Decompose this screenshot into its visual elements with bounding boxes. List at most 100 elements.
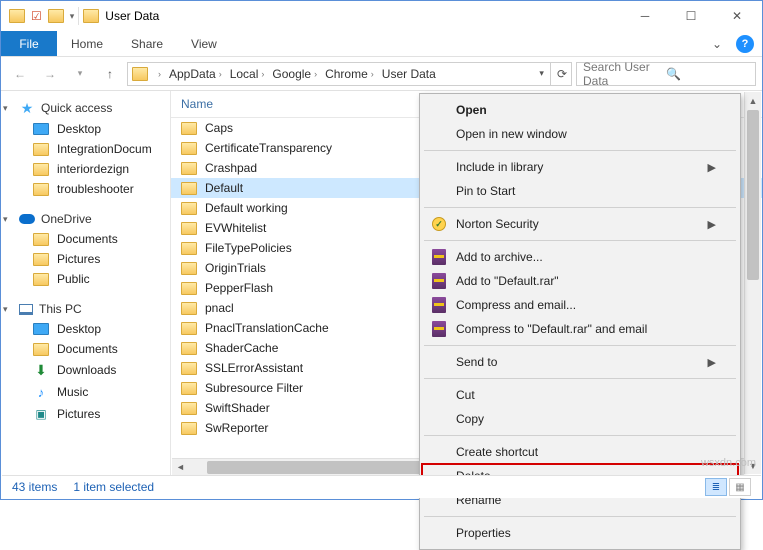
close-button[interactable]: ✕ <box>714 2 760 30</box>
menu-separator <box>424 435 736 436</box>
sidebar-item-pictures[interactable]: Pictures <box>1 249 170 269</box>
menu-open[interactable]: Open <box>422 98 738 122</box>
file-name: pnacl <box>205 301 234 315</box>
folder-icon <box>181 362 197 375</box>
menu-copy[interactable]: Copy <box>422 407 738 431</box>
file-name: Default <box>205 181 243 195</box>
folder-icon <box>33 163 49 176</box>
file-name: SSLErrorAssistant <box>205 361 303 375</box>
crumb-chrome[interactable]: Chrome› <box>322 67 377 81</box>
scroll-up-icon[interactable]: ▲ <box>745 92 761 109</box>
properties-qat-icon[interactable]: ☑ <box>31 9 42 23</box>
folder-icon <box>181 202 197 215</box>
submenu-arrow-icon: ▶ <box>708 161 716 174</box>
file-tab[interactable]: File <box>1 31 57 56</box>
sidebar-item-integration[interactable]: IntegrationDocum <box>1 139 170 159</box>
maximize-button[interactable]: ☐ <box>668 2 714 30</box>
file-name: SwiftShader <box>205 401 270 415</box>
back-button[interactable]: ← <box>7 61 33 87</box>
address-dropdown-icon[interactable]: ▾ <box>539 68 544 79</box>
folder-icon <box>33 183 49 196</box>
ribbon-expand-icon[interactable]: ⌄ <box>704 31 730 56</box>
chevron-down-icon[interactable]: ▾ <box>3 304 13 315</box>
sidebar-item-interior[interactable]: interiordezign <box>1 159 170 179</box>
menu-send-to[interactable]: Send to▶ <box>422 350 738 374</box>
crumb-prefix[interactable]: › <box>152 69 164 79</box>
file-name: FileTypePolicies <box>205 241 292 255</box>
sidebar-item-pc-desktop[interactable]: Desktop <box>1 319 170 339</box>
recent-dropdown-icon[interactable]: ▾ <box>67 61 93 87</box>
crumb-appdata[interactable]: AppData› <box>166 67 225 81</box>
tab-home[interactable]: Home <box>57 31 117 56</box>
file-name: Caps <box>205 121 233 135</box>
sidebar-item-documents[interactable]: Documents <box>1 229 170 249</box>
sidebar-item-troubleshooter[interactable]: troubleshooter <box>1 179 170 199</box>
view-thumbnails-button[interactable]: ▦ <box>729 478 751 496</box>
sidebar-item-pc-pictures[interactable]: ▣Pictures <box>1 403 170 425</box>
search-box[interactable]: Search User Data 🔍 <box>576 62 756 86</box>
view-details-button[interactable]: ≣ <box>705 478 727 496</box>
sidebar-item-public[interactable]: Public <box>1 269 170 289</box>
menu-create-shortcut[interactable]: Create shortcut <box>422 440 738 464</box>
menu-separator <box>424 207 736 208</box>
search-icon: 🔍 <box>666 67 749 81</box>
sidebar-item-pc-documents[interactable]: Documents <box>1 339 170 359</box>
onedrive-header[interactable]: ▾OneDrive <box>1 209 170 229</box>
vertical-scrollbar[interactable]: ▲ ▼ <box>744 92 761 474</box>
menu-add-archive[interactable]: Add to archive... <box>422 245 738 269</box>
chevron-down-icon[interactable]: ▾ <box>3 103 13 114</box>
menu-compress-default-email[interactable]: Compress to "Default.rar" and email <box>422 317 738 341</box>
menu-pin-start[interactable]: Pin to Start <box>422 179 738 203</box>
menu-cut[interactable]: Cut <box>422 383 738 407</box>
address-bar[interactable]: › AppData› Local› Google› Chrome› User D… <box>127 62 572 86</box>
up-button[interactable]: ↑ <box>97 61 123 87</box>
sidebar-item-pc-music[interactable]: ♪Music <box>1 381 170 403</box>
desktop-icon <box>33 323 49 335</box>
menu-open-new-window[interactable]: Open in new window <box>422 122 738 146</box>
menu-compress-email[interactable]: Compress and email... <box>422 293 738 317</box>
tab-view[interactable]: View <box>177 31 231 56</box>
navigation-bar: ← → ▾ ↑ › AppData› Local› Google› Chrome… <box>1 57 762 91</box>
file-name: Subresource Filter <box>205 381 303 395</box>
minimize-button[interactable]: ─ <box>622 2 668 30</box>
sidebar-item-desktop[interactable]: Desktop <box>1 119 170 139</box>
menu-norton[interactable]: ✓Norton Security▶ <box>422 212 738 236</box>
tab-share[interactable]: Share <box>117 31 177 56</box>
folder-icon <box>181 322 197 335</box>
crumb-userdata[interactable]: User Data <box>379 67 439 81</box>
qat-dropdown-icon[interactable]: ▾ <box>70 11 75 22</box>
folder-icon <box>33 233 49 246</box>
ribbon-tabs: File Home Share View ⌄ ? <box>1 31 762 57</box>
folder-icon <box>181 402 197 415</box>
folder-icon <box>181 342 197 355</box>
help-icon[interactable]: ? <box>736 35 754 53</box>
folder-icon <box>181 142 197 155</box>
scroll-down-icon[interactable]: ▼ <box>745 457 761 474</box>
column-name[interactable]: Name <box>171 91 223 117</box>
chevron-down-icon[interactable]: ▾ <box>3 214 13 225</box>
refresh-icon[interactable]: ⟳ <box>557 67 567 81</box>
window-title: User Data <box>105 9 159 23</box>
forward-button[interactable]: → <box>37 61 63 87</box>
menu-include-library[interactable]: Include in library▶ <box>422 155 738 179</box>
scroll-thumb[interactable] <box>747 110 759 280</box>
crumb-google[interactable]: Google› <box>269 67 320 81</box>
folder-qat-icon[interactable] <box>9 9 25 23</box>
crumb-local[interactable]: Local› <box>227 67 268 81</box>
pc-icon <box>19 304 33 315</box>
onedrive-icon <box>19 214 35 224</box>
newfolder-qat-icon[interactable] <box>48 9 64 23</box>
menu-add-default-rar[interactable]: Add to "Default.rar" <box>422 269 738 293</box>
quick-access-header[interactable]: ▾★Quick access <box>1 97 170 119</box>
file-name: OriginTrials <box>205 261 266 275</box>
quick-access-toolbar: ☑ ▾ <box>3 9 74 23</box>
menu-properties[interactable]: Properties <box>422 521 738 545</box>
window-folder-icon <box>83 9 99 23</box>
folder-icon <box>181 182 197 195</box>
navigation-pane: ▾★Quick access Desktop IntegrationDocum … <box>1 91 171 475</box>
scroll-left-icon[interactable]: ◄ <box>172 462 189 472</box>
winrar-icon <box>432 249 446 265</box>
norton-icon: ✓ <box>432 217 446 231</box>
sidebar-item-pc-downloads[interactable]: ⬇Downloads <box>1 359 170 381</box>
thispc-header[interactable]: ▾This PC <box>1 299 170 319</box>
